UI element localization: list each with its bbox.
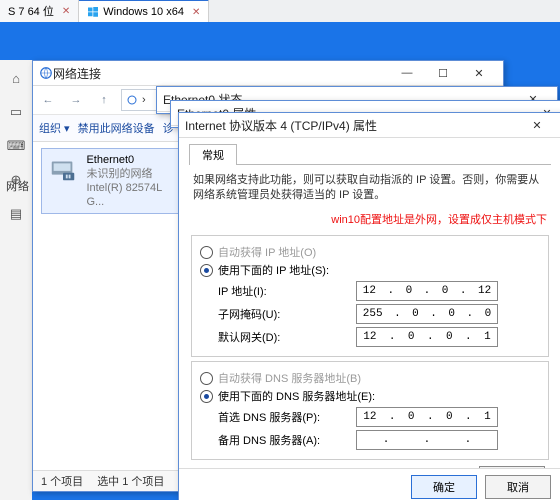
- input-dns2[interactable]: ...: [356, 430, 498, 450]
- up-icon[interactable]: ↑: [93, 89, 115, 111]
- radio-icon: [200, 264, 213, 277]
- input-mask[interactable]: 255.0.0.0: [356, 304, 498, 324]
- tab-strip: 常规: [189, 142, 551, 165]
- devices-icon[interactable]: ⌨: [8, 138, 24, 154]
- radio-auto-dns[interactable]: 自动获得 DNS 服务器地址(B): [200, 370, 540, 386]
- close-button[interactable]: ✕: [461, 61, 497, 85]
- status-count: 1 个项目: [41, 473, 83, 489]
- window-title: 网络连接: [53, 65, 389, 82]
- maximize-button[interactable]: ☐: [425, 61, 461, 85]
- dialog-body: 常规 如果网络支持此功能，则可以获取自动指派的 IP 设置。否则，你需要从网络系…: [179, 138, 560, 468]
- breadcrumb-sep: ›: [142, 94, 146, 106]
- label-dns2: 备用 DNS 服务器(A):: [218, 432, 348, 448]
- ipv4-properties-dialog: Internet 协议版本 4 (TCP/IPv4) 属性 ✕ 常规 如果网络支…: [178, 112, 560, 500]
- settings-section-label: 网络: [6, 178, 30, 194]
- annotation-text: win10配置地址是外网，设置成仅主机模式下: [193, 211, 547, 227]
- input-dns1[interactable]: 12.0.0.1: [356, 407, 498, 427]
- field-dns2: 备用 DNS 服务器(A): ...: [218, 430, 540, 450]
- close-icon[interactable]: ✕: [62, 6, 70, 17]
- minimize-button[interactable]: —: [389, 61, 425, 85]
- label-mask: 子网掩码(U):: [218, 306, 348, 322]
- titlebar[interactable]: Internet 协议版本 4 (TCP/IPv4) 属性 ✕: [179, 113, 560, 138]
- system-icon[interactable]: ▭: [8, 104, 24, 120]
- vm-tab-prev-label: S 7 64 位: [8, 3, 54, 19]
- network-folder-icon: [39, 66, 53, 80]
- windows-logo-icon: [87, 6, 99, 18]
- dns-group: 自动获得 DNS 服务器地址(B) 使用下面的 DNS 服务器地址(E): 首选…: [191, 361, 549, 460]
- cancel-button[interactable]: 取消: [485, 475, 551, 499]
- label-gw: 默认网关(D):: [218, 329, 348, 345]
- input-ip[interactable]: 12.0.0.12: [356, 281, 498, 301]
- radio-auto-ip[interactable]: 自动获得 IP 地址(O): [200, 244, 540, 260]
- radio-icon: [200, 246, 213, 259]
- titlebar[interactable]: 网络连接 — ☐ ✕: [33, 61, 503, 86]
- radio-label: 使用下面的 DNS 服务器地址(E):: [218, 388, 375, 404]
- description-text: 如果网络支持此功能，则可以获取自动指派的 IP 设置。否则，你需要从网络系统管理…: [193, 173, 547, 203]
- adapter-status: 未识别的网络: [86, 167, 178, 181]
- radio-label: 使用下面的 IP 地址(S):: [218, 262, 329, 278]
- field-ip: IP 地址(I): 12.0.0.12: [218, 281, 540, 301]
- tab-general[interactable]: 常规: [189, 144, 237, 165]
- ip-group: 自动获得 IP 地址(O) 使用下面的 IP 地址(S): IP 地址(I): …: [191, 235, 549, 357]
- radio-icon: [200, 390, 213, 403]
- radio-manual-ip[interactable]: 使用下面的 IP 地址(S):: [200, 262, 540, 278]
- field-dns1: 首选 DNS 服务器(P): 12.0.0.1: [218, 407, 540, 427]
- radio-manual-dns[interactable]: 使用下面的 DNS 服务器地址(E):: [200, 388, 540, 404]
- label-ip: IP 地址(I):: [218, 283, 348, 299]
- adapter-item-ethernet0[interactable]: Ethernet0 未识别的网络 Intel(R) 82574L G...: [41, 148, 185, 214]
- adapter-name: Ethernet0: [86, 153, 178, 167]
- window-title: Internet 协议版本 4 (TCP/IPv4) 属性: [185, 117, 519, 134]
- home-icon[interactable]: ⌂: [8, 70, 24, 86]
- adapter-device: Intel(R) 82574L G...: [86, 181, 178, 209]
- close-button[interactable]: ✕: [519, 113, 555, 137]
- network-folder-icon: [126, 94, 138, 106]
- organize-menu[interactable]: 组织 ▾: [39, 120, 70, 136]
- vm-tab-active-label: Windows 10 x64: [103, 6, 184, 18]
- field-gw: 默认网关(D): 12.0.0.1: [218, 327, 540, 347]
- label-dns1: 首选 DNS 服务器(P):: [218, 409, 348, 425]
- close-icon[interactable]: ✕: [192, 7, 200, 18]
- status-selected: 选中 1 个项目: [97, 473, 164, 489]
- field-mask: 子网掩码(U): 255.0.0.0: [218, 304, 540, 324]
- radio-icon: [200, 372, 213, 385]
- vm-tab-prev[interactable]: S 7 64 位 ✕: [0, 0, 79, 22]
- apps-icon[interactable]: ▤: [8, 206, 24, 222]
- ethernet-adapter-icon: [48, 153, 78, 185]
- vm-tab-active[interactable]: Windows 10 x64 ✕: [79, 0, 209, 23]
- disable-device-button[interactable]: 禁用此网络设备: [78, 120, 155, 136]
- dialog-buttons: 确定 取消: [179, 468, 560, 500]
- ok-button[interactable]: 确定: [411, 475, 477, 499]
- settings-sidebar: ⌂ ▭ ⌨ ⊕ ▤: [0, 60, 32, 500]
- radio-label: 自动获得 IP 地址(O): [218, 244, 316, 260]
- forward-icon[interactable]: →: [65, 89, 87, 111]
- input-gw[interactable]: 12.0.0.1: [356, 327, 498, 347]
- vm-tab-strip: S 7 64 位 ✕ Windows 10 x64 ✕: [0, 0, 560, 23]
- adapter-info: Ethernet0 未识别的网络 Intel(R) 82574L G...: [86, 153, 178, 209]
- desktop: S 7 64 位 ✕ Windows 10 x64 ✕ 设置 ⌂ ▭ ⌨ ⊕ ▤…: [0, 0, 560, 500]
- radio-label: 自动获得 DNS 服务器地址(B): [218, 370, 361, 386]
- back-icon[interactable]: ←: [37, 89, 59, 111]
